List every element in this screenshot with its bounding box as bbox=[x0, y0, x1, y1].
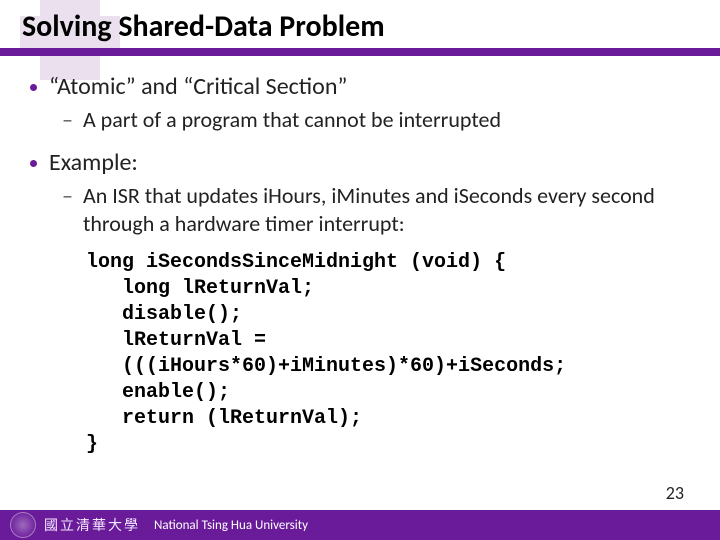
slide-title: Solving Shared-Data Problem bbox=[22, 8, 385, 45]
slide: Solving Shared-Data Problem “Atomic” and… bbox=[0, 0, 720, 540]
bullet-1-text: “Atomic” and “Critical Section” bbox=[49, 72, 347, 102]
code-line: return (lReturnVal); bbox=[86, 407, 362, 430]
code-line: (((iHours*60)+iMinutes)*60)+iSeconds; bbox=[86, 355, 566, 378]
bullet-2: Example: bbox=[30, 148, 690, 178]
bullet-2-sub-text: An ISR that updates iHours, iMinutes and… bbox=[83, 182, 690, 238]
bullet-2-sub: – An ISR that updates iHours, iMinutes a… bbox=[62, 182, 690, 238]
code-line: lReturnVal = bbox=[86, 329, 266, 352]
bullet-dot-icon bbox=[30, 160, 37, 167]
code-block: long iSecondsSinceMidnight (void) { long… bbox=[86, 250, 690, 458]
bullet-1: “Atomic” and “Critical Section” bbox=[30, 72, 690, 102]
bullet-1-sub: – A part of a program that cannot be int… bbox=[62, 106, 690, 134]
bullet-1-sub-text: A part of a program that cannot be inter… bbox=[83, 106, 501, 134]
footer-university-en: National Tsing Hua University bbox=[154, 518, 308, 533]
code-line: } bbox=[86, 433, 98, 456]
bullet-2-text: Example: bbox=[49, 148, 138, 178]
page-number: 23 bbox=[666, 482, 684, 504]
title-underline bbox=[0, 48, 720, 56]
code-line: disable(); bbox=[86, 303, 242, 326]
footer: 國立清華大學 National Tsing Hua University bbox=[0, 510, 720, 540]
code-line: long lReturnVal; bbox=[86, 277, 314, 300]
footer-university-cn: 國立清華大學 bbox=[44, 515, 140, 535]
content-area: “Atomic” and “Critical Section” – A part… bbox=[30, 66, 690, 458]
university-seal-icon bbox=[10, 512, 36, 538]
dash-icon: – bbox=[62, 182, 73, 209]
code-line: long iSecondsSinceMidnight (void) { bbox=[86, 251, 506, 274]
dash-icon: – bbox=[62, 106, 73, 133]
code-line: enable(); bbox=[86, 381, 230, 404]
bullet-dot-icon bbox=[30, 84, 37, 91]
